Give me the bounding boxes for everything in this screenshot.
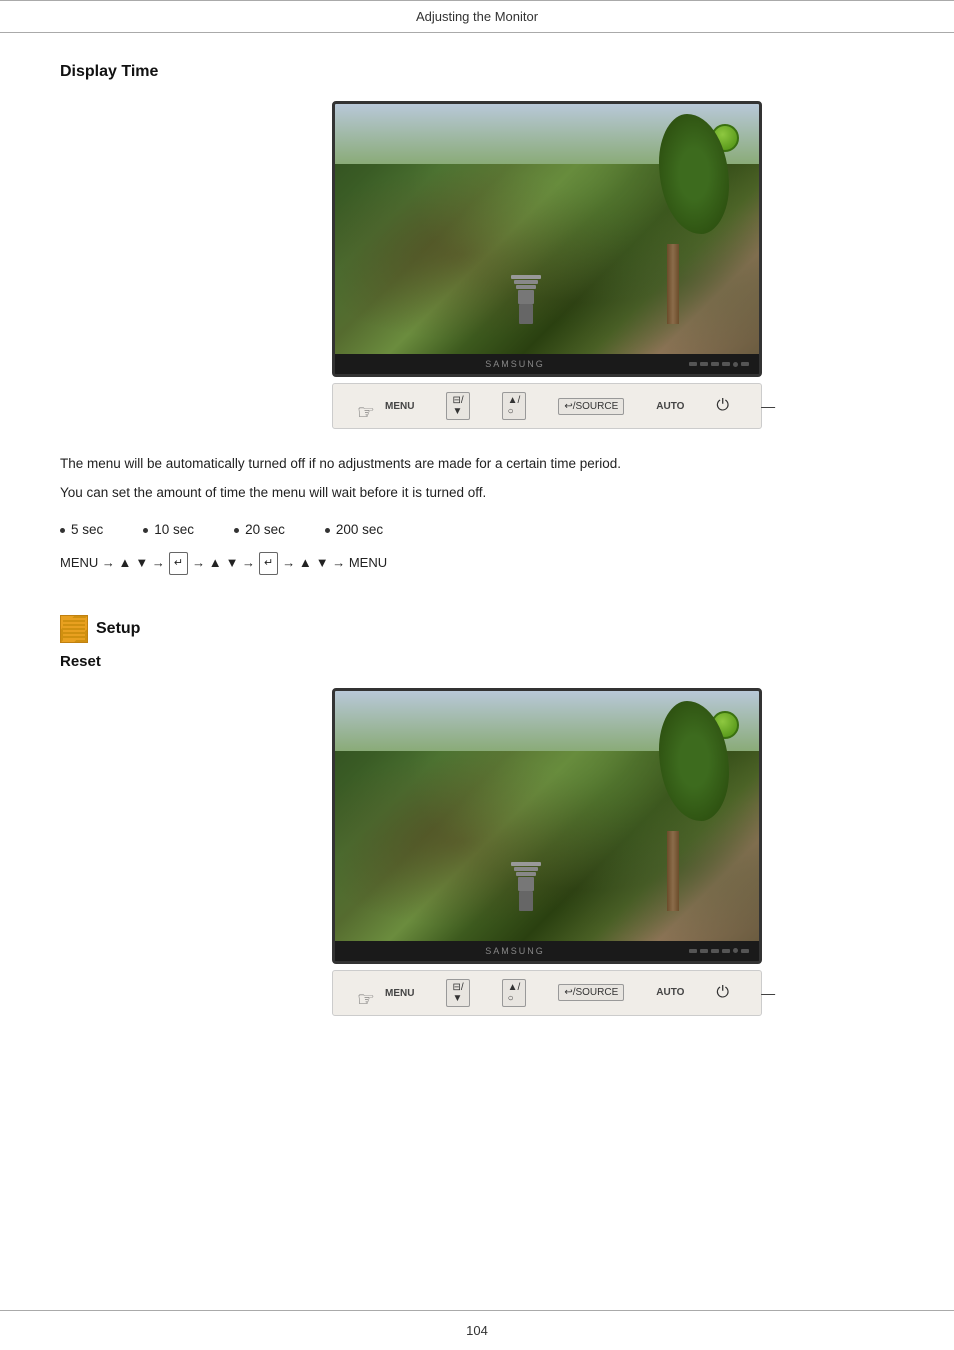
- options-list: 5 sec 10 sec 20 sec 200 sec: [60, 519, 894, 542]
- menu-nav-down: ▼ →: [135, 552, 164, 574]
- ctrl-btn-source-2: ↩/SOURCE: [558, 984, 624, 1001]
- nav-box-1: ↵: [169, 552, 188, 575]
- option-2: 10 sec: [143, 519, 194, 542]
- ctrl-minus-2: —: [761, 985, 775, 1001]
- option-3: 20 sec: [234, 519, 285, 542]
- monitor-buttons-row-1: [689, 362, 749, 367]
- samsung-logo-2: SAMSUNG: [345, 946, 685, 956]
- page-header: Adjusting the Monitor: [0, 0, 954, 33]
- page-footer: 104: [0, 1310, 954, 1350]
- pagoda-2: [511, 862, 541, 911]
- menu-nav-text: MENU → ▲: [60, 552, 131, 574]
- monitor-btn-s2: [700, 949, 708, 953]
- ctrl-minus-1: —: [761, 398, 775, 414]
- header-title: Adjusting the Monitor: [416, 9, 538, 24]
- samsung-logo-1: SAMSUNG: [345, 359, 685, 369]
- monitor-btn-power-2: [733, 948, 738, 953]
- monitor-btn-5: [741, 362, 749, 366]
- ctrl-menu-label-2: MENU: [385, 987, 414, 999]
- ctrl-power-icon-2: ⏻: [716, 984, 729, 1002]
- ctrl-auto-label-1: AUTO: [656, 401, 684, 412]
- ctrl-btn-arrow-2: ▲/○: [502, 979, 527, 1007]
- monitor-btn-power: [733, 362, 738, 367]
- ctrl-auto-label-2: AUTO: [656, 987, 684, 998]
- display-time-title: Display Time: [60, 63, 894, 81]
- pagoda: [511, 275, 541, 324]
- monitor-btn-2: [700, 362, 708, 366]
- ctrl-btn-arrow: ▲/○: [502, 392, 527, 420]
- option-1: 5 sec: [60, 519, 103, 542]
- menu-nav-down2: ▼ →: [226, 552, 255, 574]
- option-4: 200 sec: [325, 519, 383, 542]
- monitor-btn-1: [689, 362, 697, 366]
- monitor-screen-2: [335, 691, 759, 941]
- monitor-btn-s4: [722, 949, 730, 953]
- monitor-bottom-bar-1: SAMSUNG: [335, 354, 759, 374]
- menu-navigation: MENU → ▲ ▼ → ↵ → ▲ ▼ → ↵ → ▲ ▼ → MENU: [60, 552, 894, 575]
- page-number: 104: [466, 1323, 488, 1338]
- monitor-btn-4: [722, 362, 730, 366]
- hand-icon-2: ☞: [357, 987, 375, 1012]
- display-time-section: Display Time: [60, 63, 894, 575]
- monitor-btn-s1: [689, 949, 697, 953]
- control-bar-1: ☞ MENU ⊟/▼ ▲/○ ↩/SOURCE AUTO ⏻ —: [332, 383, 762, 429]
- monitor-bottom-bar-2: SAMSUNG: [335, 941, 759, 961]
- ctrl-btn-source: ↩/SOURCE: [558, 398, 624, 415]
- monitor-image-2: SAMSUNG ☞ MENU ⊟: [200, 688, 894, 1016]
- control-bar-2: ☞ MENU ⊟/▼ ▲/○ ↩/SOURCE AUTO ⏻ —: [332, 970, 762, 1016]
- description-block-1: The menu will be automatically turned of…: [60, 453, 894, 575]
- monitor-frame-1: SAMSUNG: [332, 101, 762, 377]
- tree-trunk: [667, 244, 679, 324]
- tree-trunk-2: [667, 831, 679, 911]
- hand-icon-1: ☞: [357, 400, 375, 425]
- description-text-1: The menu will be automatically turned of…: [60, 453, 894, 476]
- monitor-image-1: SAMSUNG ☞ MENU ⊟: [200, 101, 894, 429]
- reset-section: Reset SAMSUNG: [60, 653, 894, 1016]
- ctrl-menu-label-1: MENU: [385, 400, 414, 412]
- menu-nav-arrow3: → ▲: [282, 552, 311, 574]
- bullet-dot-4: [325, 528, 330, 533]
- bullet-dot-2: [143, 528, 148, 533]
- setup-icon: [60, 615, 88, 643]
- monitor-btn-3: [711, 362, 719, 366]
- bullet-dot-3: [234, 528, 239, 533]
- monitor-btn-s3: [711, 949, 719, 953]
- monitor-buttons-row-2: [689, 948, 749, 953]
- description-text-2: You can set the amount of time the menu …: [60, 482, 894, 505]
- setup-section-header: Setup: [60, 615, 894, 643]
- monitor-btn-s5: [741, 949, 749, 953]
- ctrl-btn-box: ⊟/▼: [446, 392, 469, 420]
- ctrl-btn-box-2: ⊟/▼: [446, 979, 469, 1007]
- ctrl-power-icon-1: ⏻: [716, 397, 729, 415]
- bullet-dot-1: [60, 528, 65, 533]
- monitor-screen-1: [335, 104, 759, 354]
- menu-nav-arrow2: → ▲: [192, 552, 221, 574]
- reset-title: Reset: [60, 653, 894, 670]
- nav-box-2: ↵: [259, 552, 278, 575]
- monitor-frame-2: SAMSUNG: [332, 688, 762, 964]
- menu-nav-down3: ▼ → MENU: [316, 552, 387, 574]
- setup-title: Setup: [96, 620, 140, 638]
